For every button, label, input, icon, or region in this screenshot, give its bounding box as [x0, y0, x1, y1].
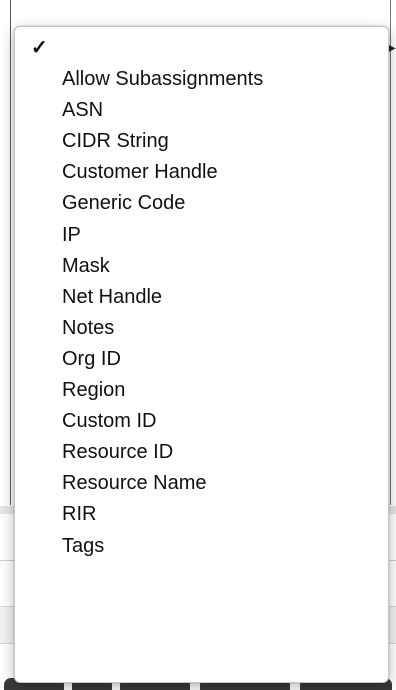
menu-item-label: Custom ID: [62, 410, 157, 433]
menu-item-label: Mask: [62, 254, 110, 277]
menu-item-none[interactable]: ✓: [15, 33, 388, 64]
menu-item-net-handle[interactable]: Net Handle: [15, 282, 388, 313]
menu-item-label: Resource ID: [62, 441, 174, 464]
menu-item-cidr-string[interactable]: CIDR String: [15, 126, 388, 157]
menu-item-label: Generic Code: [62, 192, 186, 215]
menu-item-mask[interactable]: Mask: [15, 251, 388, 282]
menu-item-org-id[interactable]: Org ID: [15, 344, 388, 375]
menu-item-label: Net Handle: [62, 285, 163, 308]
screen: ▶ ✓ Allow Subassignments ASN CIDR String…: [0, 0, 396, 690]
menu-item-label: RIR: [62, 503, 97, 526]
checkmark-icon: ✓: [31, 37, 48, 59]
menu-item-custom-id[interactable]: Custom ID: [15, 406, 388, 437]
underlay-divider-right: [390, 0, 391, 505]
menu-item-allow-subassignments[interactable]: Allow Subassignments: [15, 64, 388, 95]
menu-item-label: Customer Handle: [62, 161, 218, 184]
menu-item-label: Allow Subassignments: [62, 68, 264, 91]
menu-item-label: IP: [62, 223, 81, 246]
menu-item-notes[interactable]: Notes: [15, 313, 388, 344]
menu-item-resource-id[interactable]: Resource ID: [15, 437, 388, 468]
menu-item-label: Resource Name: [62, 472, 207, 495]
menu-item-rir[interactable]: RIR: [15, 499, 388, 530]
menu-item-customer-handle[interactable]: Customer Handle: [15, 157, 388, 188]
menu-item-tags[interactable]: Tags: [15, 531, 388, 562]
field-select-menu[interactable]: ✓ Allow Subassignments ASN CIDR String C…: [14, 26, 389, 683]
menu-item-label: CIDR String: [62, 130, 169, 153]
menu-item-region[interactable]: Region: [15, 375, 388, 406]
menu-item-label: ASN: [62, 99, 104, 122]
underlay-divider-left: [10, 0, 11, 505]
menu-item-label: Notes: [62, 316, 115, 339]
menu-item-label: Tags: [62, 534, 105, 557]
menu-item-asn[interactable]: ASN: [15, 95, 388, 126]
menu-item-resource-name[interactable]: Resource Name: [15, 468, 388, 499]
menu-item-ip[interactable]: IP: [15, 220, 388, 251]
menu-item-label: Region: [62, 379, 126, 402]
menu-item-label: Org ID: [62, 347, 121, 370]
underlay-chevron-right-icon: ▶: [388, 43, 396, 54]
menu-item-generic-code[interactable]: Generic Code: [15, 188, 388, 219]
